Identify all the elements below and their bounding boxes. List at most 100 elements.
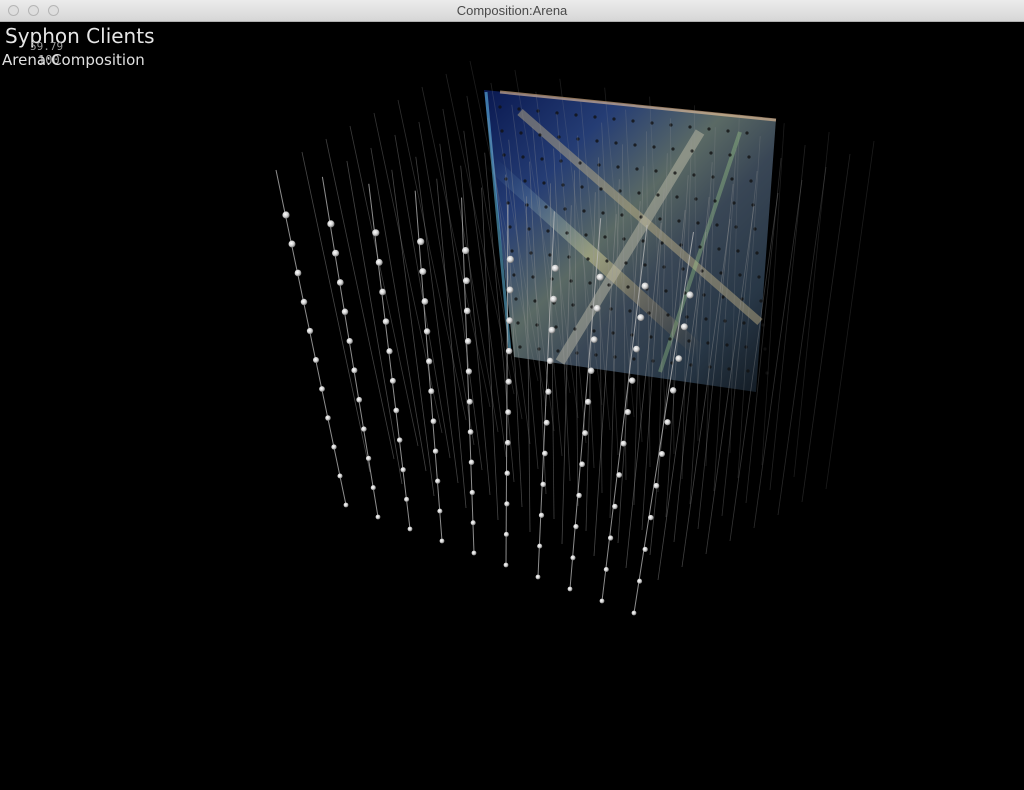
led-node xyxy=(538,512,545,518)
grid-rod-back xyxy=(415,156,459,484)
led-node xyxy=(465,368,473,375)
back-node xyxy=(742,321,746,325)
led-node xyxy=(421,298,429,305)
back-node xyxy=(707,127,711,131)
led-node xyxy=(546,357,554,365)
led-node xyxy=(505,409,512,416)
led-node xyxy=(543,419,550,426)
back-node xyxy=(613,355,617,359)
back-node xyxy=(628,309,632,313)
led-node xyxy=(641,282,649,290)
back-node xyxy=(668,337,672,341)
led-node xyxy=(628,377,636,384)
led-node xyxy=(570,555,576,561)
led-node xyxy=(288,240,296,248)
led-node xyxy=(503,531,509,537)
back-node xyxy=(679,243,683,247)
led-node xyxy=(587,367,595,375)
back-node xyxy=(508,225,512,229)
back-node xyxy=(641,239,645,243)
led-node xyxy=(351,367,358,374)
led-node xyxy=(439,538,445,544)
led-node xyxy=(542,450,548,457)
led-node xyxy=(306,327,314,335)
back-node xyxy=(540,157,544,161)
back-node xyxy=(595,139,599,143)
led-node xyxy=(365,455,372,462)
led-node xyxy=(346,337,353,345)
led-node xyxy=(467,429,474,435)
led-node xyxy=(356,396,363,403)
led-node xyxy=(631,610,637,616)
back-node xyxy=(632,357,636,361)
back-node xyxy=(521,155,525,159)
led-node xyxy=(468,459,475,466)
led-node xyxy=(637,314,645,322)
led-node xyxy=(361,426,367,432)
led-node xyxy=(432,448,439,454)
back-node xyxy=(518,345,522,349)
led-node xyxy=(582,430,589,437)
grid-rod-back xyxy=(370,147,427,472)
led-node xyxy=(430,418,437,425)
led-node xyxy=(603,566,609,573)
led-node xyxy=(607,535,614,541)
back-node xyxy=(500,129,504,133)
back-node xyxy=(554,325,558,329)
led-node xyxy=(573,523,579,530)
led-node xyxy=(506,255,514,263)
back-node xyxy=(669,123,673,127)
back-node xyxy=(542,181,546,185)
back-node xyxy=(569,279,573,283)
back-node xyxy=(624,261,628,265)
led-node xyxy=(325,415,331,421)
led-node xyxy=(506,286,514,294)
led-node xyxy=(471,550,477,556)
back-node xyxy=(658,217,662,221)
back-node xyxy=(730,177,734,181)
led-node xyxy=(435,478,441,484)
back-node xyxy=(749,179,753,183)
back-node xyxy=(654,169,658,173)
back-node xyxy=(685,315,689,319)
back-node xyxy=(580,185,584,189)
title-bar[interactable]: Composition:Arena xyxy=(0,0,1024,22)
back-node xyxy=(759,299,763,303)
back-node xyxy=(633,143,637,147)
back-node xyxy=(736,249,740,253)
led-node xyxy=(282,211,290,219)
led-node xyxy=(462,247,470,255)
back-node xyxy=(747,155,751,159)
led-node xyxy=(593,304,601,312)
back-node xyxy=(746,369,750,373)
grid-rod xyxy=(275,169,347,506)
back-node xyxy=(588,281,592,285)
led-node xyxy=(462,277,470,285)
led-node xyxy=(375,258,383,266)
led-node xyxy=(648,514,654,521)
led-node xyxy=(336,279,344,286)
back-node xyxy=(709,151,713,155)
led-node xyxy=(396,437,403,443)
led-node xyxy=(620,440,627,447)
back-node xyxy=(717,247,721,251)
grid-rod-back xyxy=(460,165,491,496)
back-node xyxy=(519,131,523,135)
back-node xyxy=(635,167,639,171)
led-node xyxy=(633,345,640,353)
back-node xyxy=(643,263,647,267)
back-node xyxy=(637,191,641,195)
led-node xyxy=(584,398,592,406)
led-node xyxy=(579,461,585,468)
grid-rod-back xyxy=(439,143,483,471)
back-node xyxy=(582,209,586,213)
client-list-item[interactable]: 100 Arena:Composition xyxy=(2,51,202,69)
back-node xyxy=(523,179,527,183)
led-node xyxy=(590,336,598,343)
led-node xyxy=(675,355,683,362)
led-node xyxy=(370,485,376,491)
render-canvas[interactable]: Syphon Clients 59.79 100 Arena:Compositi… xyxy=(0,22,1024,790)
back-node xyxy=(727,367,731,371)
led-node xyxy=(393,407,400,414)
led-node xyxy=(545,388,552,395)
